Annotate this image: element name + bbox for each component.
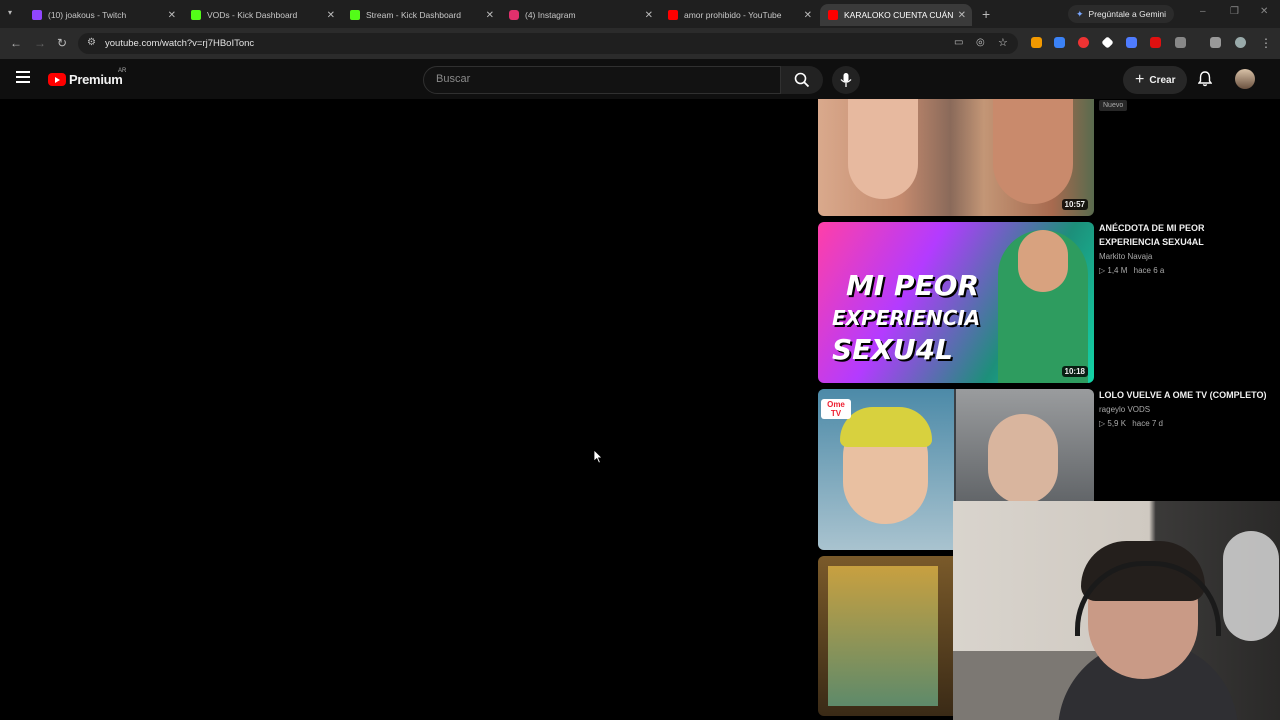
- instagram-icon: [509, 10, 519, 20]
- notifications-bell-icon[interactable]: [1198, 71, 1212, 87]
- extension-shield-icon[interactable]: [1101, 36, 1114, 49]
- view-count: 5,9 K: [1107, 419, 1127, 428]
- create-button[interactable]: + Crear: [1123, 66, 1188, 94]
- thumbnail-text: MI PEOR EXPERIENCIA SEXU4L: [832, 270, 980, 366]
- extension-translate-icon[interactable]: [1054, 37, 1065, 48]
- search-icon: [794, 72, 810, 88]
- close-icon[interactable]: ✕: [327, 10, 335, 21]
- tab-twitch[interactable]: (10) joakous - Twitch ✕: [32, 4, 176, 26]
- profile-avatar-icon[interactable]: [1235, 37, 1246, 48]
- tab-title: (4) Instagram: [525, 10, 576, 20]
- address-bar[interactable]: ⚙ youtube.com/watch?v=rj7HBoITonc ▭ ◎ ☆: [78, 33, 1018, 54]
- new-badge: Nuevo: [1099, 100, 1128, 111]
- extension-record-icon[interactable]: [1078, 37, 1089, 48]
- close-icon[interactable]: ✕: [804, 10, 812, 21]
- extension-audio-icon[interactable]: [1126, 37, 1137, 48]
- forward-button[interactable]: →: [34, 36, 46, 50]
- thumbnail-face-right: [993, 99, 1073, 204]
- site-info-icon[interactable]: ⚙: [87, 37, 96, 48]
- tab-title: VODs - Kick Dashboard: [207, 10, 298, 20]
- gemini-label: Pregúntale a Gemini: [1088, 9, 1167, 19]
- channel-name[interactable]: Markito Navaja: [1099, 252, 1152, 261]
- view-count: 1,4 M: [1107, 266, 1128, 275]
- logo-text: Premium: [69, 72, 123, 87]
- back-button[interactable]: ←: [10, 36, 22, 50]
- webcam-fan: [1223, 531, 1279, 641]
- video-thumbnail[interactable]: MI PEOR EXPERIENCIA SEXU4L 10:18: [818, 222, 1094, 383]
- create-label: Crear: [1149, 74, 1176, 86]
- extensions-puzzle-icon[interactable]: [1175, 37, 1186, 48]
- new-tab-button[interactable]: +: [982, 6, 990, 22]
- ome-tv-badge: Ome TV: [821, 399, 851, 419]
- youtube-header: Premium AR + Crear: [0, 59, 1280, 99]
- browser-toolbar: ← → ↻ ⚙ youtube.com/watch?v=rj7HBoITonc …: [0, 28, 1280, 59]
- thumbnail-line-3: SEXU4L: [832, 333, 953, 366]
- webcam-overlay: [953, 501, 1280, 720]
- country-code: AR: [118, 68, 127, 74]
- tab-title: amor prohibido - YouTube: [684, 10, 782, 20]
- reload-button[interactable]: ↻: [57, 36, 67, 50]
- eye-off-icon[interactable]: ◎: [976, 37, 985, 48]
- video-thumbnail[interactable]: 10:57: [818, 99, 1094, 216]
- extension-red-icon[interactable]: [1150, 37, 1161, 48]
- video-meta: ▷ 1,4 M hace 6 a: [1099, 266, 1164, 275]
- extension-play-icon[interactable]: [1031, 37, 1042, 48]
- maximize-button[interactable]: ❐: [1230, 6, 1239, 17]
- video-title[interactable]: ANÉCDOTA DE MI PEOR EXPERIENCIA SEXU4AL: [1099, 221, 1219, 249]
- kick-icon: [350, 10, 360, 20]
- duration-badge: 10:18: [1061, 366, 1088, 377]
- search-button[interactable]: [781, 66, 823, 94]
- gemini-icon: ✦: [1076, 8, 1084, 19]
- media-controls-icon[interactable]: [1210, 37, 1221, 48]
- tab-title: KARALOKO CUENTA CUÁNDO: [844, 10, 954, 20]
- thumbnail-beanie: [840, 407, 932, 447]
- install-app-icon[interactable]: ▭: [954, 37, 963, 48]
- thumbnail-carousel: [828, 566, 938, 706]
- tab-search-icon[interactable]: ▾: [8, 8, 12, 17]
- tab-youtube-active[interactable]: KARALOKO CUENTA CUÁNDO ✕: [820, 4, 972, 26]
- tab-kick-stream[interactable]: Stream - Kick Dashboard ✕: [350, 4, 494, 26]
- close-icon[interactable]: ✕: [958, 10, 966, 21]
- close-icon[interactable]: ✕: [486, 10, 494, 21]
- video-title[interactable]: LOLO VUELVE A OME TV (COMPLETO): [1099, 388, 1274, 402]
- thumbnail-line-1: MI PEOR: [846, 269, 980, 302]
- thumbnail-face: [1018, 230, 1068, 292]
- main-content: [0, 99, 810, 720]
- youtube-icon: [668, 10, 678, 20]
- tab-instagram[interactable]: (4) Instagram ✕: [509, 4, 653, 26]
- channel-name[interactable]: rageylo VODS: [1099, 405, 1150, 414]
- search-box: [423, 66, 781, 94]
- chrome-menu-icon[interactable]: ⋮: [1260, 36, 1272, 50]
- youtube-icon: [828, 10, 838, 20]
- upload-age: hace 7 d: [1132, 419, 1163, 428]
- bookmark-star-icon[interactable]: ☆: [998, 36, 1008, 49]
- kick-icon: [191, 10, 201, 20]
- tab-youtube-amor[interactable]: amor prohibido - YouTube ✕: [668, 4, 812, 26]
- youtube-play-icon: [48, 73, 66, 86]
- thumbnail-face-right: [988, 414, 1058, 504]
- tab-kick-vods[interactable]: VODs - Kick Dashboard ✕: [191, 4, 335, 26]
- gemini-button[interactable]: ✦ Pregúntale a Gemini: [1068, 5, 1175, 23]
- microphone-icon: [840, 73, 852, 87]
- close-icon[interactable]: ✕: [168, 10, 176, 21]
- tab-title: (10) joakous - Twitch: [48, 10, 127, 20]
- voice-search-button[interactable]: [832, 66, 860, 94]
- browser-tab-strip: ▾ (10) joakous - Twitch ✕ VODs - Kick Da…: [0, 0, 1280, 28]
- thumbnail-line-2: EXPERIENCIA: [832, 306, 981, 330]
- mouse-cursor-icon: [593, 449, 603, 464]
- search-input[interactable]: [434, 72, 768, 86]
- hamburger-menu-icon[interactable]: [16, 71, 30, 86]
- plus-icon: +: [1135, 71, 1145, 88]
- duration-badge: 10:57: [1061, 199, 1088, 210]
- video-meta: ▷ 5,9 K hace 7 d: [1099, 419, 1163, 428]
- tab-title: Stream - Kick Dashboard: [366, 10, 461, 20]
- minimize-button[interactable]: –: [1200, 6, 1206, 17]
- upload-age: hace 6 a: [1133, 266, 1165, 275]
- thumbnail-face-left: [848, 99, 918, 199]
- account-avatar[interactable]: [1235, 69, 1255, 89]
- url-text[interactable]: youtube.com/watch?v=rj7HBoITonc: [105, 38, 254, 49]
- twitch-icon: [32, 10, 42, 20]
- window-close-button[interactable]: ✕: [1260, 6, 1268, 17]
- close-icon[interactable]: ✕: [645, 10, 653, 21]
